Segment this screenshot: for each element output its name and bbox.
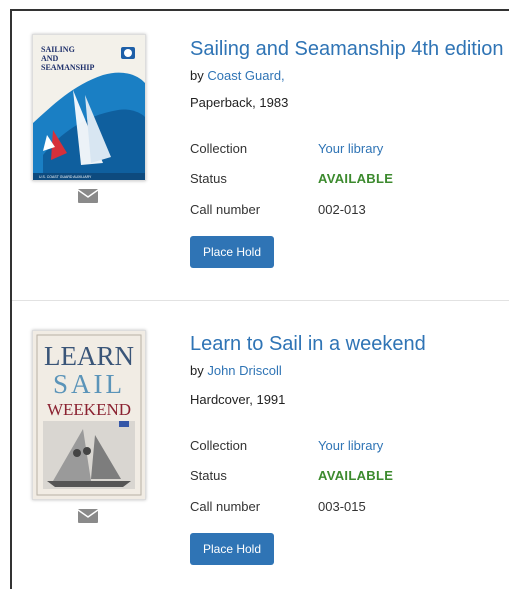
collection-value-link[interactable]: Your library	[318, 141, 383, 156]
search-result-item: SAILING AND SEAMANSHIP U.S. COAST GUARD …	[12, 14, 509, 299]
call-number-label: Call number	[190, 499, 261, 514]
format-year: Hardcover, 1991	[190, 392, 286, 407]
call-number-value: 002-013	[318, 202, 366, 217]
svg-text:WEEKEND: WEEKEND	[47, 400, 131, 419]
svg-text:U.S. COAST GUARD AUXILIARY: U.S. COAST GUARD AUXILIARY	[39, 175, 92, 179]
status-value: AVAILABLE	[318, 468, 394, 483]
status-label: Status	[190, 171, 227, 186]
byline: by John Driscoll	[190, 363, 282, 378]
svg-text:LEARN: LEARN	[44, 341, 134, 371]
place-hold-button[interactable]: Place Hold	[190, 533, 274, 565]
status-value: AVAILABLE	[318, 171, 394, 186]
svg-text:SAILING: SAILING	[41, 45, 75, 54]
book-title-link[interactable]: Learn to Sail in a weekend	[190, 333, 509, 356]
status-label: Status	[190, 468, 227, 483]
svg-text:SAIL: SAIL	[53, 369, 125, 399]
envelope-icon[interactable]	[77, 509, 99, 523]
book-title-link[interactable]: Sailing and Seamanship 4th edition	[190, 38, 509, 61]
svg-text:SEAMANSHIP: SEAMANSHIP	[41, 63, 94, 72]
book-cover-image[interactable]: LEARN SAIL WEEKEND	[32, 330, 146, 500]
collection-label: Collection	[190, 438, 248, 453]
author-link[interactable]: Coast Guard,	[207, 68, 284, 83]
svg-text:AND: AND	[41, 54, 59, 63]
author-link[interactable]: John Driscoll	[207, 363, 281, 378]
call-number-label: Call number	[190, 202, 261, 217]
window-border-top	[10, 9, 509, 11]
collection-label: Collection	[190, 141, 248, 156]
envelope-icon[interactable]	[77, 189, 99, 203]
place-hold-button[interactable]: Place Hold	[190, 236, 274, 268]
byline-prefix: by	[190, 363, 208, 378]
search-result-item: LEARN SAIL WEEKEND Learn to Sail in a we…	[12, 312, 509, 597]
collection-value-link[interactable]: Your library	[318, 438, 383, 453]
byline: by Coast Guard,	[190, 68, 285, 83]
call-number-value: 003-015	[318, 499, 366, 514]
byline-prefix: by	[190, 68, 208, 83]
result-divider	[12, 300, 509, 301]
book-cover-image[interactable]: SAILING AND SEAMANSHIP U.S. COAST GUARD …	[32, 34, 146, 181]
format-year: Paperback, 1983	[190, 95, 289, 110]
